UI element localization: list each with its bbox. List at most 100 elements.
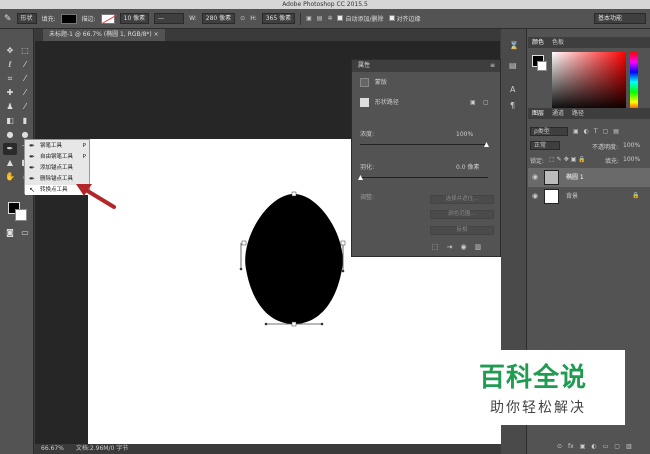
pen-tool-icon[interactable]: ✒ [3,143,17,155]
status-bar: 66.67% 文档:2.96M/0 字节 [35,444,500,454]
background-color-swatch[interactable] [15,209,27,221]
opacity-label: 不透明度: [592,144,619,151]
filter-adjust-icon[interactable]: ◐ [584,128,589,135]
layer-row[interactable]: ◉ 椭圆 1 [528,168,650,187]
gradient-tool-icon[interactable]: ▮ [18,115,32,127]
flyout-item-add-anchor[interactable]: ✒ 添加锚点工具 [25,163,89,173]
tab-swatches[interactable]: 色板 [552,37,564,48]
eyedropper-tool-icon[interactable]: ⁄ [18,73,32,85]
path-ops-icon[interactable]: ▣ [306,15,312,22]
shape-mode-dropdown[interactable]: 形状 [16,13,37,24]
move-tool-icon[interactable]: ✥ [3,45,17,57]
fill-label: 填充: [41,16,56,23]
tab-layers[interactable]: 图层 [532,108,544,119]
color-range-button[interactable]: 颜色范围... [430,210,494,219]
density-value[interactable]: 100% [456,128,473,142]
pen-tool-icon[interactable]: ✎ [4,14,12,24]
fill-value[interactable]: 100% [623,156,640,163]
adjustment-layer-icon[interactable]: ◐ [591,443,596,450]
invert-button[interactable]: 反相 [430,226,494,235]
history-brush-icon[interactable]: ⁄ [18,101,32,113]
screen-mode-icon[interactable]: ▭ [18,227,32,239]
paragraph-icon[interactable]: ¶ [510,101,515,110]
layer-row[interactable]: ◉ 背景 🔒 [528,187,650,206]
blend-mode-dropdown[interactable]: 正常 [530,141,560,150]
lock-icon: 🔒 [632,192,640,199]
add-mask-icon[interactable]: ▣ [580,443,586,450]
filter-shape-icon[interactable]: ▢ [603,128,609,135]
trash-icon[interactable]: ▥ [626,443,632,450]
document-tab[interactable]: 未标题-1 @ 66.7% (椭圆 1, RGB/8*) × [43,29,165,41]
add-mask-icon[interactable]: ▣ [470,96,476,110]
apply-mask-icon[interactable]: ▢ [483,96,489,110]
workspace-dropdown[interactable]: 基本功能 [594,13,646,24]
mask-row: 蒙版 [352,76,502,90]
feather-value[interactable]: 0.0 像素 [456,161,479,175]
crop-tool-icon[interactable]: ⌗ [3,73,17,85]
quick-select-tool-icon[interactable]: ⁄ [18,59,32,71]
vector-mask-icon[interactable] [360,98,369,107]
history-icon[interactable]: ⌛ [509,41,519,50]
eye-icon[interactable]: ◉ [532,173,538,181]
fx-icon[interactable]: fx [568,443,574,450]
tab-channels[interactable]: 通道 [552,108,564,119]
doc-info[interactable]: 文档:2.96M/0 字节 [76,444,128,454]
layer-kind-dropdown[interactable]: ρ类型 [530,126,568,136]
path-select-tool-icon[interactable]: ▲ [3,157,17,169]
panel-menu-icon[interactable]: ≡ [490,60,495,72]
color-picker-field[interactable] [552,52,626,112]
link-icon[interactable]: ⊙ [240,15,245,22]
trash-icon[interactable]: ▥ [475,243,482,251]
new-group-icon[interactable]: ▭ [603,443,609,450]
select-and-mask-button[interactable]: 选择并遮住... [430,195,494,204]
tab-color[interactable]: 颜色 [532,37,544,48]
properties-header: 属性 ≡ [352,60,500,72]
layers-footer: ⊙ fx ▣ ◐ ▭ ▢ ▥ [557,443,632,450]
lock-row: 锁定: ⬚✎✥▣🔒 填充: 100% [530,156,648,166]
flyout-item-pen[interactable]: ✒ 钢笔工具 P [25,141,89,151]
lasso-tool-icon[interactable]: ℓ [3,59,17,71]
density-label: 浓度: [360,131,375,138]
link-layers-icon[interactable]: ⊙ [557,443,562,450]
feather-slider[interactable] [360,177,488,178]
apply-icon[interactable]: ⇥ [447,243,453,251]
tab-paths[interactable]: 路径 [572,108,584,119]
app-title: Adobe Photoshop CC 2015.5 [282,1,368,8]
stroke-style-dropdown[interactable]: — [154,13,185,24]
zoom-level[interactable]: 66.67% [41,444,64,454]
mask-icon[interactable] [360,78,369,87]
path-align-icon[interactable]: ▤ [317,15,323,22]
visibility-icon[interactable]: ◉ [461,243,467,251]
gear-icon[interactable]: ✲ [327,15,332,22]
hue-slider[interactable] [630,52,638,112]
stroke-swatch[interactable] [100,13,115,24]
selection-icon[interactable]: ⬚ [432,243,439,251]
fill-swatch[interactable] [60,13,77,24]
opacity-value[interactable]: 100% [623,142,640,149]
density-row: 浓度: 100% [352,128,502,142]
eraser-tool-icon[interactable]: ◧ [3,115,17,127]
new-layer-icon[interactable]: ▢ [614,443,620,450]
marquee-tool-icon[interactable]: ⬚ [18,45,32,57]
blur-tool-icon[interactable]: ● [3,129,17,141]
healing-tool-icon[interactable]: ✚ [3,87,17,99]
stamp-tool-icon[interactable]: ♟ [3,101,17,113]
lock-icons[interactable]: ⬚✎✥▣🔒 [549,156,588,163]
flyout-item-freeform-pen[interactable]: ✒ 自由钢笔工具 P [25,152,89,162]
filter-smart-icon[interactable]: ▤ [613,128,619,135]
stroke-width-field[interactable]: 10 像素 [119,13,150,24]
hand-tool-icon[interactable]: ✋ [3,171,17,183]
align-edges-checkbox[interactable]: 对齐边缘 [388,14,421,23]
filter-pixel-icon[interactable]: ▣ [573,128,579,135]
panel-bg-swatch[interactable] [537,61,547,71]
auto-add-delete-checkbox[interactable]: 自动添加/删除 [337,14,384,23]
eye-icon[interactable]: ◉ [532,192,538,200]
density-slider[interactable] [360,144,488,145]
height-field[interactable]: 365 像素 [261,13,296,24]
width-field[interactable]: 280 像素 [201,13,236,24]
character-icon[interactable]: A [510,85,515,94]
filter-type-icon[interactable]: T [594,128,598,135]
properties-panel-icon[interactable]: ▤ [509,61,517,70]
quick-mask-icon[interactable]: ◙ [3,227,17,239]
brush-tool-icon[interactable]: ⁄ [18,87,32,99]
